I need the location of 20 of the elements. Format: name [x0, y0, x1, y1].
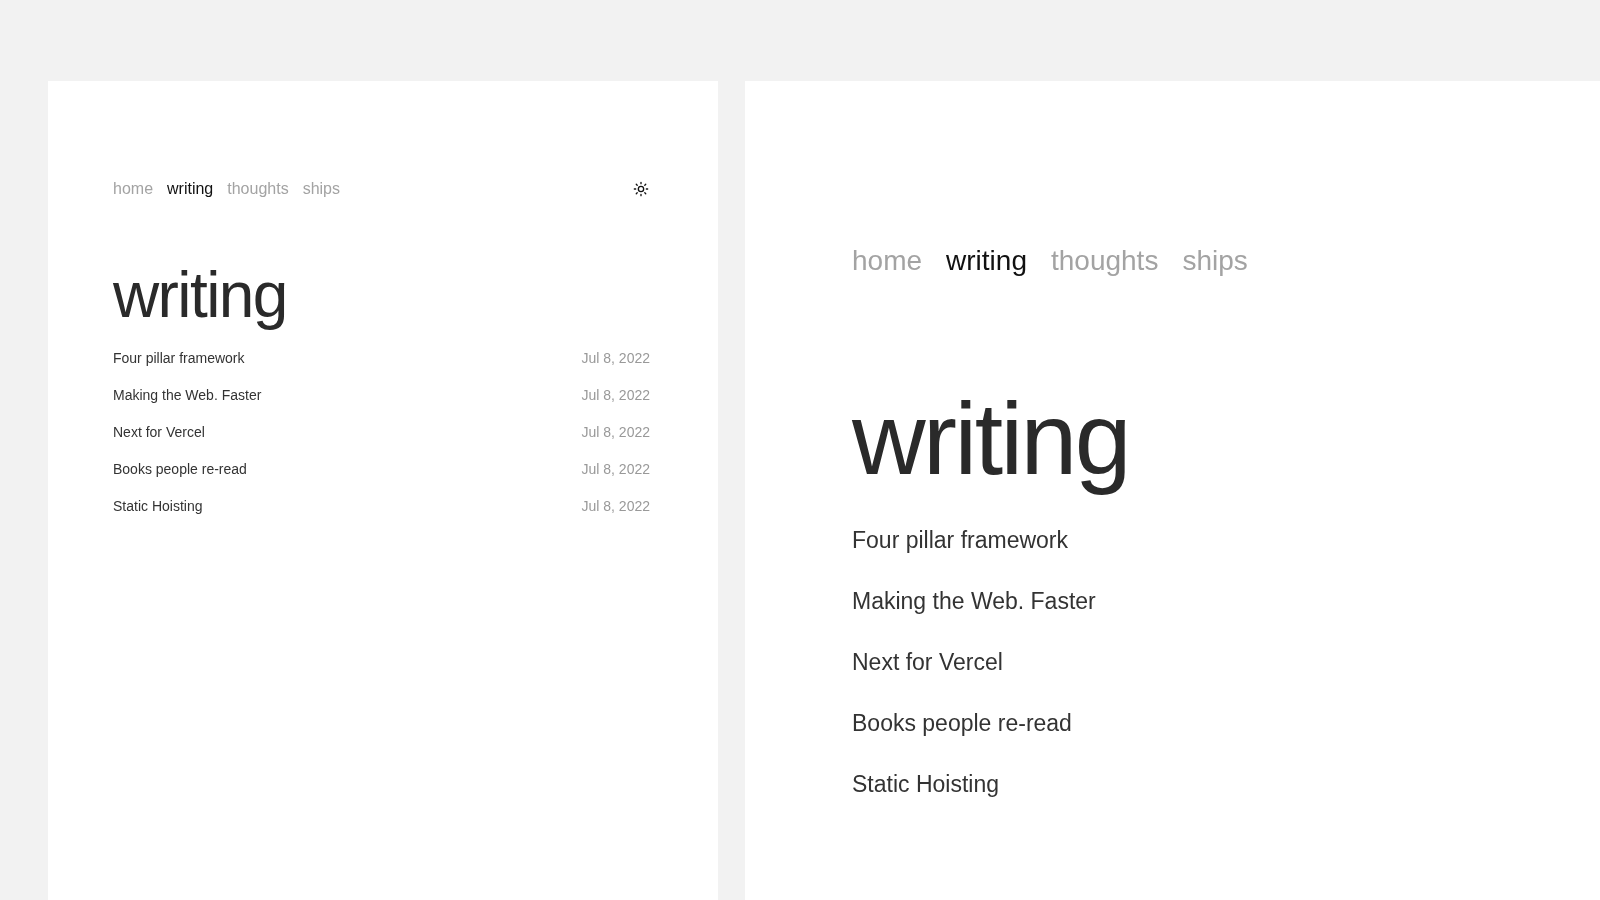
- post-date: Jul 8, 2022: [581, 496, 650, 516]
- post-link[interactable]: Four pillar framework: [113, 347, 245, 369]
- post-date: Jul 8, 2022: [581, 459, 650, 479]
- sun-icon[interactable]: [632, 180, 650, 198]
- page-heading: writing: [113, 258, 288, 333]
- nav-link[interactable]: writing: [167, 177, 214, 201]
- post-link[interactable]: Static Hoisting: [113, 495, 203, 517]
- page-heading: writing: [852, 381, 1130, 498]
- post-link[interactable]: Books people re-read: [852, 705, 1072, 741]
- post-date: Jul 8, 2022: [581, 422, 650, 442]
- post-link[interactable]: Next for Vercel: [113, 421, 205, 443]
- post-link[interactable]: Four pillar framework: [852, 522, 1068, 558]
- post-link[interactable]: Static Hoisting: [852, 766, 999, 802]
- post-link[interactable]: Next for Vercel: [852, 644, 1003, 680]
- post-link[interactable]: Making the Web. Faster: [113, 384, 262, 406]
- post-date: Jul 8, 2022: [581, 348, 650, 368]
- post-link[interactable]: Making the Web. Faster: [852, 583, 1096, 619]
- post-link[interactable]: Books people re-read: [113, 458, 247, 480]
- post-date: Jul 8, 2022: [581, 385, 650, 405]
- nav-link[interactable]: writing: [946, 240, 1027, 282]
